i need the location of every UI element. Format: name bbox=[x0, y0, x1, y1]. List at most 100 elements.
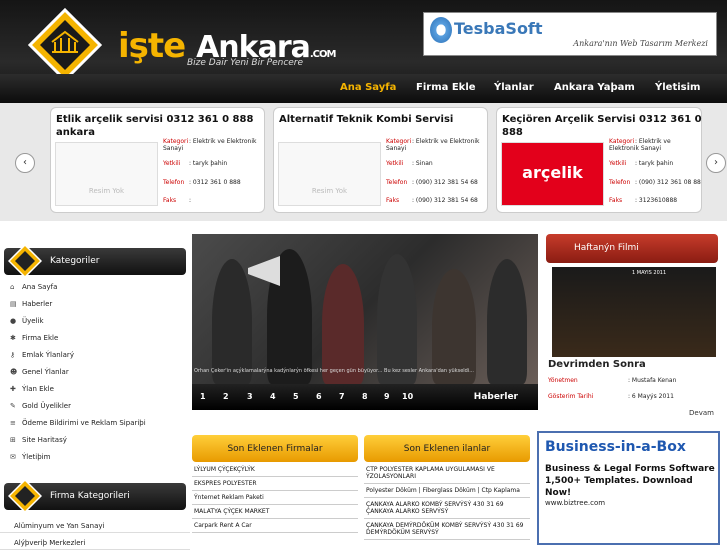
sidebar-item-news[interactable]: ▤ Haberler bbox=[10, 300, 52, 308]
latest-firms-header: Son Eklenen Firmalar bbox=[192, 435, 358, 462]
row-key: Yönetmen bbox=[548, 377, 578, 384]
firm-categories-title: Firma Kategorileri bbox=[50, 491, 130, 501]
list-item[interactable]: MALATYA ÇÝÇEK MARKET bbox=[192, 505, 358, 519]
firm-card[interactable]: Keçiören Arçelik Servisi 0312 361 0 888 … bbox=[496, 107, 702, 213]
pager-item[interactable]: 2 bbox=[223, 392, 229, 401]
people-icon: ☻ bbox=[10, 368, 18, 376]
news-photo[interactable]: Orhan Çeker'in açýklamalarýna kadýnlarýn… bbox=[192, 234, 538, 384]
megaphone-icon bbox=[248, 256, 280, 286]
sidebar-item-add-firm[interactable]: ✱ Firma Ekle bbox=[10, 334, 58, 342]
row-key: Faks bbox=[163, 197, 177, 204]
pager-item[interactable]: 6 bbox=[316, 392, 322, 401]
banner-tagline: Ankara'nın Web Tasarım Merkezi bbox=[573, 39, 708, 48]
nav-item-ads[interactable]: Ýlanlar bbox=[494, 82, 534, 93]
pager-item[interactable]: 3 bbox=[247, 392, 253, 401]
nav-item-home[interactable]: Ana Sayfa bbox=[340, 82, 396, 93]
sidebar-item-add-ad[interactable]: ✚ Ýlan Ekle bbox=[10, 385, 54, 393]
category-item[interactable]: Alýþveriþ Merkezleri bbox=[0, 535, 190, 550]
home-icon: ⌂ bbox=[10, 283, 15, 291]
list-item[interactable]: ÇANKAYA ALARKO KOMBÝ SERVÝSÝ 430 31 69 Ç… bbox=[364, 498, 530, 519]
slider-label[interactable]: Haberler bbox=[474, 392, 518, 402]
nav-item-ankara-life[interactable]: Ankara Yaþam bbox=[554, 82, 635, 93]
firm-card[interactable]: Etlik arçelik servisi 0312 361 0 888 ank… bbox=[50, 107, 265, 213]
business-in-a-box-ad[interactable]: Business-in-a-Box Business & Legal Forms… bbox=[537, 431, 720, 545]
pager-item[interactable]: 7 bbox=[339, 392, 345, 401]
pencil-icon: ✎ bbox=[10, 402, 16, 410]
news-slider[interactable]: Orhan Çeker'in açýklamalarýna kadýnlarýn… bbox=[192, 234, 538, 410]
pager-item[interactable]: 5 bbox=[293, 392, 299, 401]
sidebar-item-realestate[interactable]: ⚷ Emlak Ýlanlarý bbox=[10, 351, 74, 359]
sidebar-item-payment[interactable]: ≡ Ödeme Bildirimi ve Reklam Sipariþi bbox=[10, 419, 146, 427]
tesbasoft-banner[interactable]: TesbaSoft Ankara'nın Web Tasarım Merkezi bbox=[423, 12, 717, 56]
row-value: : 6 Mayýs 2011 bbox=[628, 393, 674, 400]
firm-card-title[interactable]: Etlik arçelik servisi 0312 361 0 888 ank… bbox=[56, 113, 264, 139]
firm-card[interactable]: Alternatif Teknik Kombi Servisi Resim Yo… bbox=[273, 107, 488, 213]
sidebar-item-membership[interactable]: ● Üyelik bbox=[10, 317, 44, 325]
row-value: : (090) 312 361 08 88 bbox=[635, 179, 701, 186]
sitemap-icon: ⊞ bbox=[10, 436, 16, 444]
prev-arrow-icon[interactable]: ‹ bbox=[15, 153, 35, 173]
list-item[interactable]: Ýnternet Reklam Paketi bbox=[192, 491, 358, 505]
list-item[interactable]: ÇANKAYA DEMÝRDÖKÜM KOMBÝ SERVÝSÝ 430 31 … bbox=[364, 519, 530, 540]
sidebar-item-general-ads[interactable]: ☻ Genel Ýlanlar bbox=[10, 368, 69, 376]
nav-item-add-firm[interactable]: Firma Ekle bbox=[416, 82, 476, 93]
row-key: Telefon bbox=[163, 179, 185, 186]
list-item[interactable]: Polyester Döküm | Fiberglass Döküm | Ctp… bbox=[364, 484, 530, 498]
row-value: : Sinan bbox=[412, 160, 433, 167]
user-icon: ● bbox=[10, 317, 17, 325]
film-more-link[interactable]: Devam bbox=[689, 409, 714, 417]
logo-diamond-icon bbox=[8, 479, 42, 513]
row-key: Kategori bbox=[609, 138, 635, 145]
row-key: Faks bbox=[386, 197, 400, 204]
list-item[interactable]: Carpark Rent A Car bbox=[192, 519, 358, 533]
pager-item[interactable]: 9 bbox=[384, 392, 390, 401]
firm-card-title[interactable]: Keçiören Arçelik Servisi 0312 361 0 888 bbox=[502, 113, 710, 139]
row-value: : (090) 312 381 54 68 bbox=[412, 179, 478, 186]
gear-icon: ✱ bbox=[10, 334, 16, 342]
logo-diamond-icon bbox=[8, 244, 42, 278]
latest-firms-list: LÝLYUM ÇÝÇEKÇÝLÝK EKSPRES POLYESTER Ýnte… bbox=[192, 463, 358, 533]
slider-caption: Orhan Çeker'in açýklamalarýna kadýnlarýn… bbox=[194, 368, 475, 374]
category-item[interactable]: Alüminyum ve Yan Sanayi bbox=[0, 518, 190, 533]
list-icon: ≡ bbox=[10, 419, 16, 427]
row-key: Gösterim Tarihi bbox=[548, 393, 594, 400]
arcelik-logo: arçelik bbox=[501, 142, 604, 206]
row-key: Kategori bbox=[386, 138, 412, 145]
row-key: Faks bbox=[609, 197, 623, 204]
site-slogan: Bize Dair Yeni Bir Pencere bbox=[187, 58, 304, 68]
news-icon: ▤ bbox=[10, 300, 17, 308]
film-poster[interactable]: 1 MAYIS 2011 bbox=[552, 267, 716, 357]
main-nav: Ana Sayfa Firma Ekle Ýlanlar Ankara Yaþa… bbox=[0, 74, 727, 103]
ad-url[interactable]: www.biztree.com bbox=[545, 499, 605, 507]
row-value: : 3123610888 bbox=[635, 197, 678, 204]
plus-icon: ✚ bbox=[10, 385, 16, 393]
logo-icon[interactable] bbox=[28, 8, 102, 82]
row-key: Yetkili bbox=[163, 160, 181, 167]
next-arrow-icon[interactable]: › bbox=[706, 153, 726, 173]
row-value: : bbox=[189, 197, 192, 204]
sidebar-item-contact[interactable]: ✉ Ýletiþim bbox=[10, 453, 50, 461]
sidebar-item-gold[interactable]: ✎ Gold Üyelikler bbox=[10, 402, 71, 410]
film-of-week: Haftanýn Filmi 1 MAYIS 2011 Devrimden So… bbox=[546, 234, 718, 419]
row-key: Yetkili bbox=[609, 160, 627, 167]
list-item[interactable]: LÝLYUM ÇÝÇEKÇÝLÝK bbox=[192, 463, 358, 477]
pager-item[interactable]: 1 bbox=[200, 392, 206, 401]
slider-pager: 1 2 3 4 5 6 7 8 9 10 Haberler bbox=[192, 384, 538, 410]
firm-card-image: Resim Yok bbox=[55, 142, 158, 206]
pager-item[interactable]: 10 bbox=[402, 392, 413, 401]
row-key: Telefon bbox=[386, 179, 408, 186]
sidebar-item-home[interactable]: ⌂ Ana Sayfa bbox=[10, 283, 57, 291]
nav-item-contact[interactable]: Ýletisim bbox=[655, 82, 700, 93]
sidebar-item-sitemap[interactable]: ⊞ Site Haritasý bbox=[10, 436, 67, 444]
film-title[interactable]: Devrimden Sonra bbox=[548, 359, 646, 370]
firm-categories-header: Firma Kategorileri bbox=[4, 479, 186, 513]
latest-ads-header: Son Eklenen ilanlar bbox=[364, 435, 530, 462]
firm-card-image: Resim Yok bbox=[278, 142, 381, 206]
row-value: : Mustafa Kenan bbox=[628, 377, 677, 384]
mail-icon: ✉ bbox=[10, 453, 16, 461]
list-item[interactable]: CTP POLYESTER KAPLAMA UYGULAMASI VE ÝZOL… bbox=[364, 463, 530, 484]
pager-item[interactable]: 4 bbox=[270, 392, 276, 401]
firm-card-title[interactable]: Alternatif Teknik Kombi Servisi bbox=[279, 113, 487, 126]
list-item[interactable]: EKSPRES POLYESTER bbox=[192, 477, 358, 491]
pager-item[interactable]: 8 bbox=[362, 392, 368, 401]
